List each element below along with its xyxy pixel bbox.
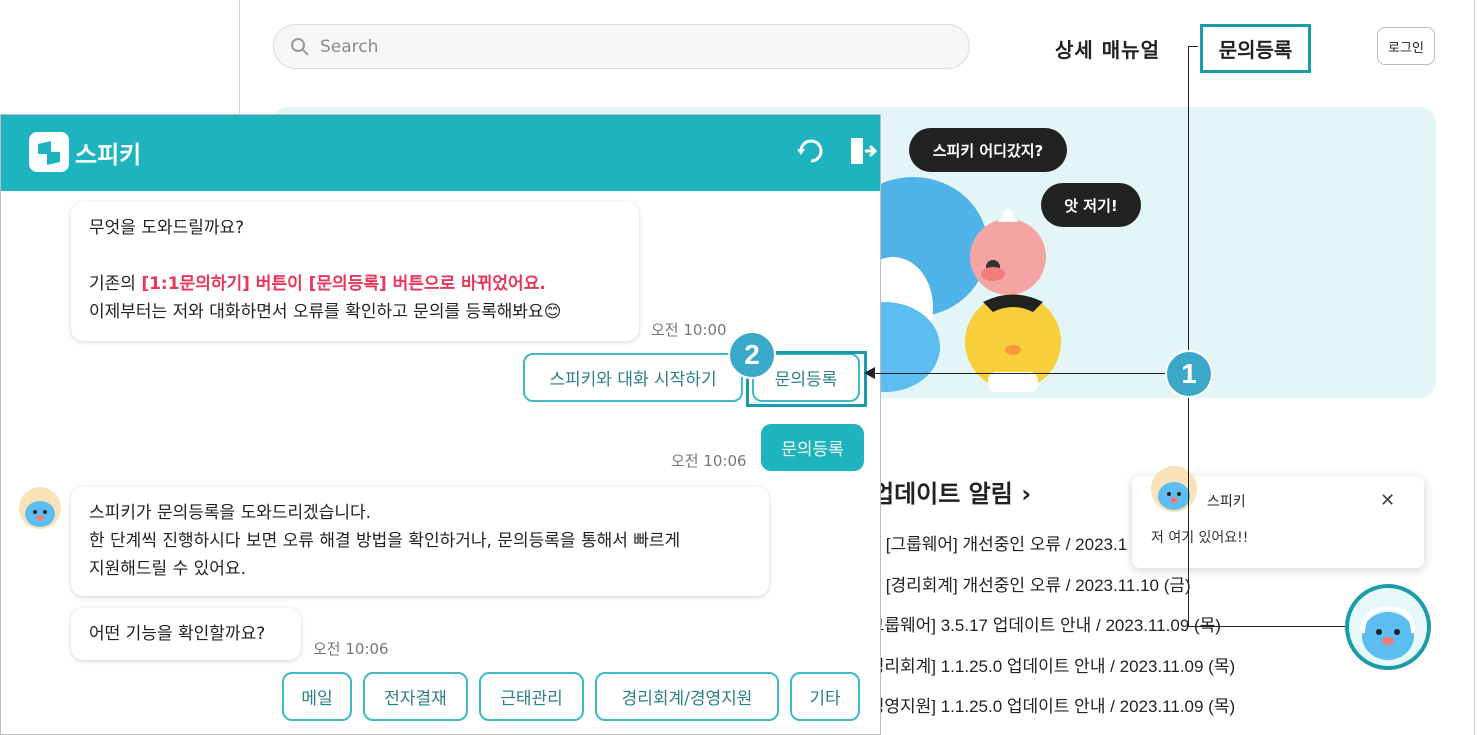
- mascot-icon: [25, 501, 55, 527]
- bot-message: 어떤 기능을 확인할까요?: [71, 608, 301, 660]
- chat-title: 스피키: [75, 141, 142, 169]
- message-text: 기존의: [89, 274, 142, 294]
- message-line: 무엇을 도와드릴까요?: [89, 218, 245, 238]
- speaky-logo-icon: [29, 132, 69, 172]
- message-line: 지원해드릴 수 있어요.: [89, 559, 246, 579]
- update-item[interactable]: [경영지원] 1.1.25.0 업데이트 안내 / 2023.11.09 (목): [864, 692, 1235, 733]
- update-notice-title[interactable]: 업데이트 알림 ›: [872, 474, 1031, 509]
- chevron-right-icon: ›: [1021, 480, 1032, 508]
- option-mail-button[interactable]: 메일: [282, 672, 352, 721]
- timestamp: 오전 10:06: [313, 640, 389, 658]
- nav-inquiry-link[interactable]: 문의등록: [1200, 24, 1311, 73]
- restart-icon[interactable]: [795, 135, 827, 167]
- banner-speech-bubble-2: 앗 저기!: [1041, 183, 1141, 227]
- update-item[interactable]: [그룹웨어] 3.5.17 업데이트 안내 / 2023.11.09 (목): [864, 611, 1235, 652]
- bot-message: 스피키가 문의등록을 도와드리겠습니다. 한 단계씩 진행하시다 보면 오류 해…: [71, 487, 769, 596]
- search-bar[interactable]: [273, 24, 970, 69]
- message-line: 스피키가 문의등록을 도와드리겠습니다.: [89, 503, 372, 523]
- smile-emoji-icon: 😊: [543, 302, 562, 322]
- message-line: 이제부터는 저와 대화하면서 오류를 확인하고 문의를 등록해봐요😊: [89, 298, 621, 326]
- chatbot-launcher-button[interactable]: [1345, 584, 1431, 670]
- annotation-line: [1188, 46, 1189, 626]
- search-icon: [291, 37, 309, 56]
- annotation-line: [872, 373, 1188, 374]
- message-line: 기존의 [1:1문의하기] 버튼이 [문의등록] 버튼으로 바뀌었어요.: [89, 270, 621, 298]
- timestamp: 오전 10:06: [671, 452, 747, 470]
- option-approval-button[interactable]: 전자결재: [363, 672, 468, 721]
- timestamp: 오전 10:00: [651, 321, 727, 339]
- highlight-text: [1:1문의하기] 버튼이 [문의등록] 버튼으로 바뀌었어요.: [141, 274, 546, 294]
- chatbot-window: 스피키 무엇을 도와드릴까요? 기존의 [1:1문의하기] 버튼이 [문의등록]…: [0, 114, 881, 735]
- bot-message: 무엇을 도와드릴까요? 기존의 [1:1문의하기] 버튼이 [문의등록] 버튼으…: [71, 202, 639, 341]
- chat-header: 스피키: [1, 115, 880, 191]
- nav-manual-link[interactable]: 상세 매뉴얼: [1055, 34, 1160, 63]
- message-line: 한 단계씩 진행하시다 보면 오류 해결 방법을 확인하거나, 문의등록을 통해…: [89, 531, 681, 551]
- message-text: 이제부터는 저와 대화하면서 오류를 확인하고 문의를 등록해봐요: [89, 302, 544, 322]
- mascot-icon: [1158, 482, 1190, 510]
- update-item[interactable]: ★ [경리회계] 개선중인 오류 / 2023.11.10 (금): [864, 571, 1235, 612]
- option-other-button[interactable]: 기타: [790, 672, 860, 721]
- user-message: 문의등록: [761, 424, 864, 471]
- popup-avatar: [1151, 466, 1197, 512]
- search-input[interactable]: [320, 36, 920, 57]
- annotation-badge-2: 2: [728, 331, 776, 379]
- mascot-icon: [1361, 605, 1415, 660]
- option-accounting-button[interactable]: 경리회계/경영지원: [595, 672, 779, 721]
- popup-message: 저 여기 있어요!!: [1151, 530, 1249, 546]
- close-icon[interactable]: ✕: [1380, 490, 1395, 511]
- update-title-text: 업데이트 알림: [872, 480, 1013, 508]
- option-attendance-button[interactable]: 근태관리: [479, 672, 584, 721]
- arrow-left-icon: [864, 367, 875, 379]
- message-line: 어떤 기능을 확인할까요?: [89, 624, 266, 644]
- bot-avatar: [19, 487, 61, 529]
- annotation-line: [1188, 46, 1198, 47]
- banner-speech-bubble-1: 스피키 어디갔지?: [909, 128, 1067, 172]
- update-item[interactable]: [경리회계] 1.1.25.0 업데이트 안내 / 2023.11.09 (목): [864, 652, 1235, 693]
- annotation-badge-1: 1: [1165, 350, 1213, 398]
- exit-icon[interactable]: [847, 135, 879, 167]
- login-button[interactable]: 로그인: [1377, 27, 1435, 65]
- annotation-line: [1188, 626, 1345, 627]
- popup-bot-name: 스피키: [1207, 494, 1246, 510]
- start-chat-button[interactable]: 스피키와 대화 시작하기: [523, 353, 743, 402]
